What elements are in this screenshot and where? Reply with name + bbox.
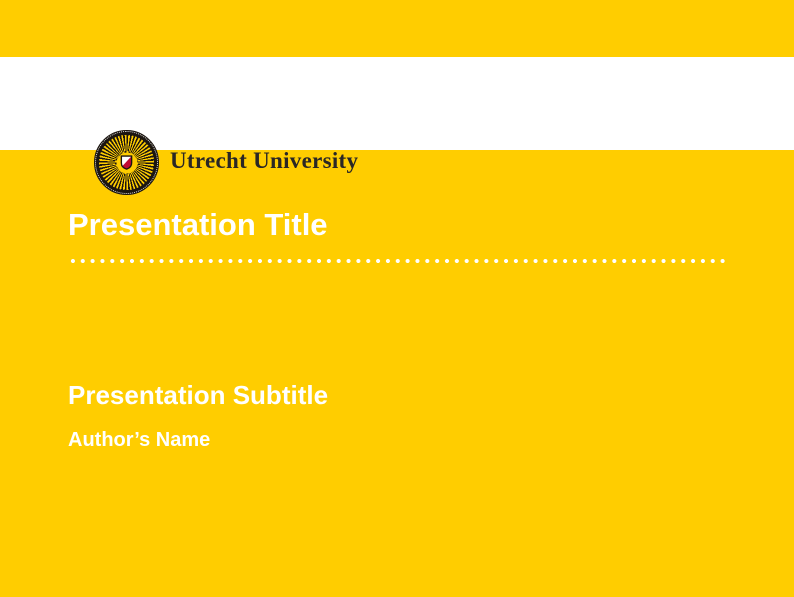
dotted-divider — [68, 258, 728, 264]
logo-center-disc — [116, 152, 137, 173]
utrecht-shield-icon — [121, 155, 133, 170]
university-wordmark: Utrecht University — [170, 149, 358, 172]
top-yellow-band — [0, 0, 794, 57]
presentation-subtitle: Presentation Subtitle — [68, 381, 328, 411]
title-slide: Utrecht University Presentation Title Pr… — [0, 0, 794, 597]
utrecht-university-logo-icon — [94, 130, 159, 195]
presentation-title: Presentation Title — [68, 207, 328, 243]
header-band: Utrecht University — [0, 57, 794, 150]
author-name: Author’s Name — [68, 429, 210, 452]
